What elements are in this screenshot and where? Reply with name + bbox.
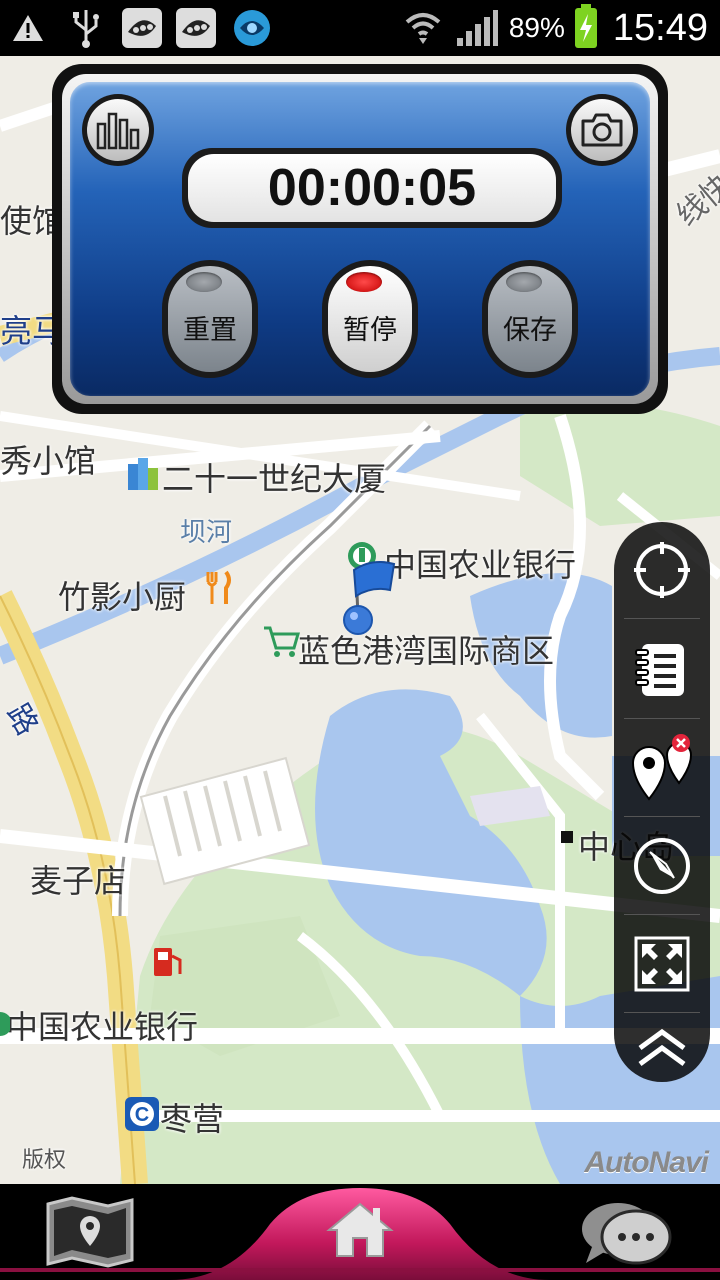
warning-icon <box>6 6 50 50</box>
map-nav-button[interactable] <box>40 1192 140 1272</box>
notebook-icon <box>635 644 684 696</box>
fullscreen-button[interactable] <box>614 916 710 1012</box>
locate-button[interactable] <box>614 522 710 618</box>
shopping-cart-icon <box>264 626 300 657</box>
current-location-flag-icon[interactable] <box>336 552 400 636</box>
status-bar: 89% 15:49 <box>0 0 720 56</box>
bank-icon <box>0 1012 10 1036</box>
map-label: 二十一世纪大厦 <box>162 460 387 498</box>
statistics-button[interactable] <box>82 94 154 166</box>
map-provider-logo: AutoNavi <box>584 1146 709 1179</box>
building-icon <box>128 458 158 490</box>
indicator-lamp <box>506 272 542 292</box>
poi-clear-icon <box>631 734 693 801</box>
compass-button[interactable] <box>614 818 710 914</box>
track-recorder-panel: 00:00:05 重置 暂停 保存 <box>52 64 668 414</box>
indicator-lamp <box>346 272 382 292</box>
camera-icon <box>581 113 623 147</box>
map-icon <box>46 1196 134 1268</box>
save-button[interactable]: 保存 <box>482 260 578 378</box>
reset-button[interactable]: 重置 <box>162 260 258 378</box>
map-tools-toolbar <box>614 522 710 1082</box>
fullscreen-icon <box>634 936 690 992</box>
collapse-up-icon <box>638 1028 686 1067</box>
map-label: 麦子店 <box>30 862 127 900</box>
clock: 15:49 <box>612 6 708 49</box>
restaurant-icon <box>206 570 231 604</box>
bottom-navigation-bar <box>0 1184 720 1280</box>
home-nav-button[interactable] <box>318 1198 402 1262</box>
app-notification-icon <box>176 8 216 48</box>
clear-poi-button[interactable] <box>614 720 710 816</box>
reset-label: 重置 <box>183 315 237 346</box>
app-notification-icon <box>122 8 162 48</box>
sync-app-icon <box>230 6 274 50</box>
map-label: 竹影小厨 <box>58 578 187 616</box>
camera-button[interactable] <box>566 94 638 166</box>
subway-icon: C <box>125 1097 159 1131</box>
chat-icon <box>582 1203 672 1265</box>
bar-chart-icon <box>96 112 140 150</box>
locate-icon <box>634 542 690 598</box>
compass-icon <box>634 838 690 894</box>
elapsed-time: 00:00:05 <box>188 154 556 222</box>
collapse-toolbar-button[interactable] <box>614 1000 710 1096</box>
svg-text:C: C <box>135 1104 149 1126</box>
signal-icon <box>455 6 499 50</box>
map-label: 版权 <box>22 1148 67 1173</box>
home-icon <box>326 1202 394 1257</box>
station-square-icon <box>561 831 573 843</box>
map-label: 中国农业银行 <box>384 546 577 584</box>
map-label: 秀小馆 <box>0 442 97 480</box>
notebook-button[interactable] <box>614 622 710 718</box>
save-label: 保存 <box>503 315 557 346</box>
pause-label: 暂停 <box>343 315 397 346</box>
chat-nav-button[interactable] <box>576 1194 676 1274</box>
usb-icon <box>64 6 108 50</box>
indicator-lamp <box>186 272 222 292</box>
pause-button[interactable]: 暂停 <box>322 260 418 378</box>
gas-station-icon <box>154 948 182 976</box>
battery-charging-icon <box>574 4 597 48</box>
wifi-icon <box>401 6 445 50</box>
map-label: 枣营 <box>160 1100 225 1138</box>
map-label: 中国农业银行 <box>6 1008 199 1046</box>
elapsed-time-display: 00:00:05 <box>182 148 562 228</box>
map-label: 坝河 <box>180 518 233 548</box>
battery-percent: 89% <box>508 12 565 43</box>
